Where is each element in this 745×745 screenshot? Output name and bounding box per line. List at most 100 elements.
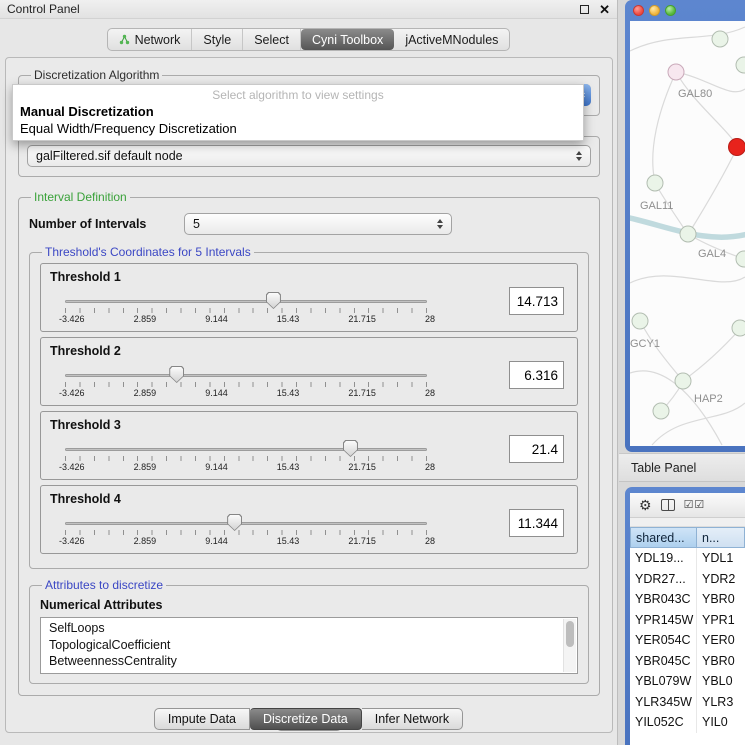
column-header-name[interactable]: n... — [697, 527, 745, 548]
scale-label: 2.859 — [134, 462, 157, 472]
list-item[interactable]: TopologicalCoefficient — [49, 637, 569, 654]
network-edge — [684, 329, 740, 380]
minimize-traffic-light-icon[interactable] — [649, 5, 660, 16]
tab-discretize-data[interactable]: Discretize Data — [250, 708, 362, 730]
slider-track[interactable] — [65, 522, 427, 525]
scrollbar-thumb[interactable] — [566, 621, 574, 647]
threshold-1-value-field[interactable]: 14.713 — [509, 287, 564, 315]
network-node[interactable] — [647, 175, 663, 191]
cell[interactable]: YDL1 — [697, 548, 745, 569]
threshold-1-panel: Threshold 1 -3.426 2.859 9.144 15.43 21.… — [40, 263, 578, 332]
slider-thumb[interactable] — [227, 514, 242, 531]
cell[interactable]: YLR345W — [630, 692, 697, 713]
cell[interactable]: YDR27... — [630, 569, 697, 590]
network-canvas[interactable]: GAL80 GAL11 GAL4 GCY1 HAP2 — [630, 21, 745, 446]
gear-icon[interactable]: ⚙ — [639, 498, 652, 512]
cell[interactable]: YDL19... — [630, 548, 697, 569]
table-row[interactable]: YBR045C YBR0 — [630, 651, 745, 672]
slider-scale: -3.426 2.859 9.144 15.43 21.715 28 — [59, 536, 435, 546]
table-row[interactable]: YBR043C YBR0 — [630, 589, 745, 610]
cell[interactable]: YIL0 — [697, 712, 745, 733]
network-node-selected[interactable] — [729, 139, 745, 156]
close-traffic-light-icon[interactable] — [633, 5, 644, 16]
scale-label: 15.43 — [277, 314, 300, 324]
threshold-3-panel: Threshold 3 -3.426 2.859 9.144 15.43 21.… — [40, 411, 578, 480]
slider-thumb[interactable] — [169, 366, 184, 383]
table-row[interactable]: YDR27... YDR2 — [630, 569, 745, 590]
network-node[interactable] — [653, 403, 669, 419]
slider-thumb[interactable] — [343, 440, 358, 457]
tab-jactivemnodules[interactable]: jActiveMNodules — [394, 29, 509, 50]
attributes-to-discretize-group: Attributes to discretize Numerical Attri… — [29, 578, 589, 684]
threshold-2-value-field[interactable]: 6.316 — [509, 361, 564, 389]
cell[interactable]: YIL052C — [630, 712, 697, 733]
float-window-icon[interactable] — [580, 5, 589, 14]
network-node[interactable] — [732, 320, 745, 336]
network-node[interactable] — [632, 313, 648, 329]
list-item[interactable]: BetweennessCentrality — [49, 653, 569, 670]
cell[interactable]: YBR0 — [697, 651, 745, 672]
cell[interactable]: YPR1 — [697, 610, 745, 631]
cell[interactable]: YER0 — [697, 630, 745, 651]
slider-thumb[interactable] — [266, 292, 281, 309]
slider-track[interactable] — [65, 374, 427, 377]
list-item[interactable]: SelfLoops — [49, 620, 569, 637]
network-node[interactable] — [736, 251, 745, 267]
threshold-3-value-field[interactable]: 21.4 — [509, 435, 564, 463]
tab-impute-data[interactable]: Impute Data — [154, 708, 250, 730]
threshold-3-slider[interactable]: -3.426 2.859 9.144 15.43 21.715 28 — [65, 439, 427, 479]
tab-style[interactable]: Style — [192, 29, 243, 50]
numerical-attributes-list[interactable]: SelfLoops TopologicalCoefficient Between… — [40, 617, 578, 674]
network-node[interactable] — [680, 226, 696, 242]
select-columns-icon[interactable]: ☑☑ — [684, 500, 706, 511]
cell[interactable]: YBL079W — [630, 671, 697, 692]
columns-icon[interactable] — [661, 499, 675, 511]
table-row[interactable]: YER054C YER0 — [630, 630, 745, 651]
cell[interactable]: YDR2 — [697, 569, 745, 590]
tab-cyni-toolbox[interactable]: Cyni Toolbox — [301, 29, 394, 50]
threshold-1-slider[interactable]: -3.426 2.859 9.144 15.43 21.715 28 — [65, 291, 427, 331]
dropdown-option-equal-width-frequency[interactable]: Equal Width/Frequency Discretization — [13, 120, 583, 137]
slider-scale: -3.426 2.859 9.144 15.43 21.715 28 — [59, 388, 435, 398]
threshold-label: Threshold 1 — [50, 270, 121, 284]
table-row[interactable]: YPR145W YPR1 — [630, 610, 745, 631]
scale-label: 2.859 — [134, 314, 157, 324]
threshold-2-slider[interactable]: -3.426 2.859 9.144 15.43 21.715 28 — [65, 365, 427, 405]
dropdown-placeholder: Select algorithm to view settings — [13, 86, 583, 103]
tab-infer-network[interactable]: Infer Network — [362, 708, 463, 730]
table-row[interactable]: YLR345W YLR3 — [630, 692, 745, 713]
threshold-4-slider[interactable]: -3.426 2.859 9.144 15.43 21.715 28 — [65, 513, 427, 553]
column-header-shared-name[interactable]: shared... — [630, 527, 697, 548]
table-data-value: galFiltered.sif default node — [36, 149, 183, 163]
threshold-4-value-field[interactable]: 11.344 — [509, 509, 564, 537]
number-of-intervals-dropdown[interactable]: 5 — [184, 213, 452, 235]
tab-network[interactable]: Network — [108, 29, 193, 50]
network-node[interactable] — [736, 57, 745, 73]
tab-label: Cyni Toolbox — [312, 33, 383, 47]
cell[interactable]: YLR3 — [697, 692, 745, 713]
slider-track[interactable] — [65, 300, 427, 303]
dropdown-option-manual-discretization[interactable]: Manual Discretization — [13, 103, 583, 120]
network-node[interactable] — [675, 373, 691, 389]
group-title: Interval Definition — [31, 190, 130, 204]
scale-label: 9.144 — [205, 388, 228, 398]
cell[interactable]: YBL0 — [697, 671, 745, 692]
list-scrollbar[interactable] — [563, 619, 576, 672]
network-node[interactable] — [712, 31, 728, 47]
cell[interactable]: YER054C — [630, 630, 697, 651]
table-row[interactable]: YIL052C YIL0 — [630, 712, 745, 733]
network-node[interactable] — [668, 64, 684, 80]
close-icon[interactable]: ✕ — [599, 3, 610, 16]
table-data-dropdown[interactable]: galFiltered.sif default node — [27, 145, 591, 167]
table-row[interactable]: YDL19... YDL1 — [630, 548, 745, 569]
slider-track[interactable] — [65, 448, 427, 451]
table-row[interactable]: YBL079W YBL0 — [630, 671, 745, 692]
tab-select[interactable]: Select — [243, 29, 301, 50]
cell[interactable]: YBR0 — [697, 589, 745, 610]
window-title: Control Panel — [7, 2, 80, 16]
cell[interactable]: YPR145W — [630, 610, 697, 631]
zoom-traffic-light-icon[interactable] — [665, 5, 676, 16]
cell[interactable]: YBR045C — [630, 651, 697, 672]
cell[interactable]: YBR043C — [630, 589, 697, 610]
slider-ticks — [65, 308, 427, 313]
